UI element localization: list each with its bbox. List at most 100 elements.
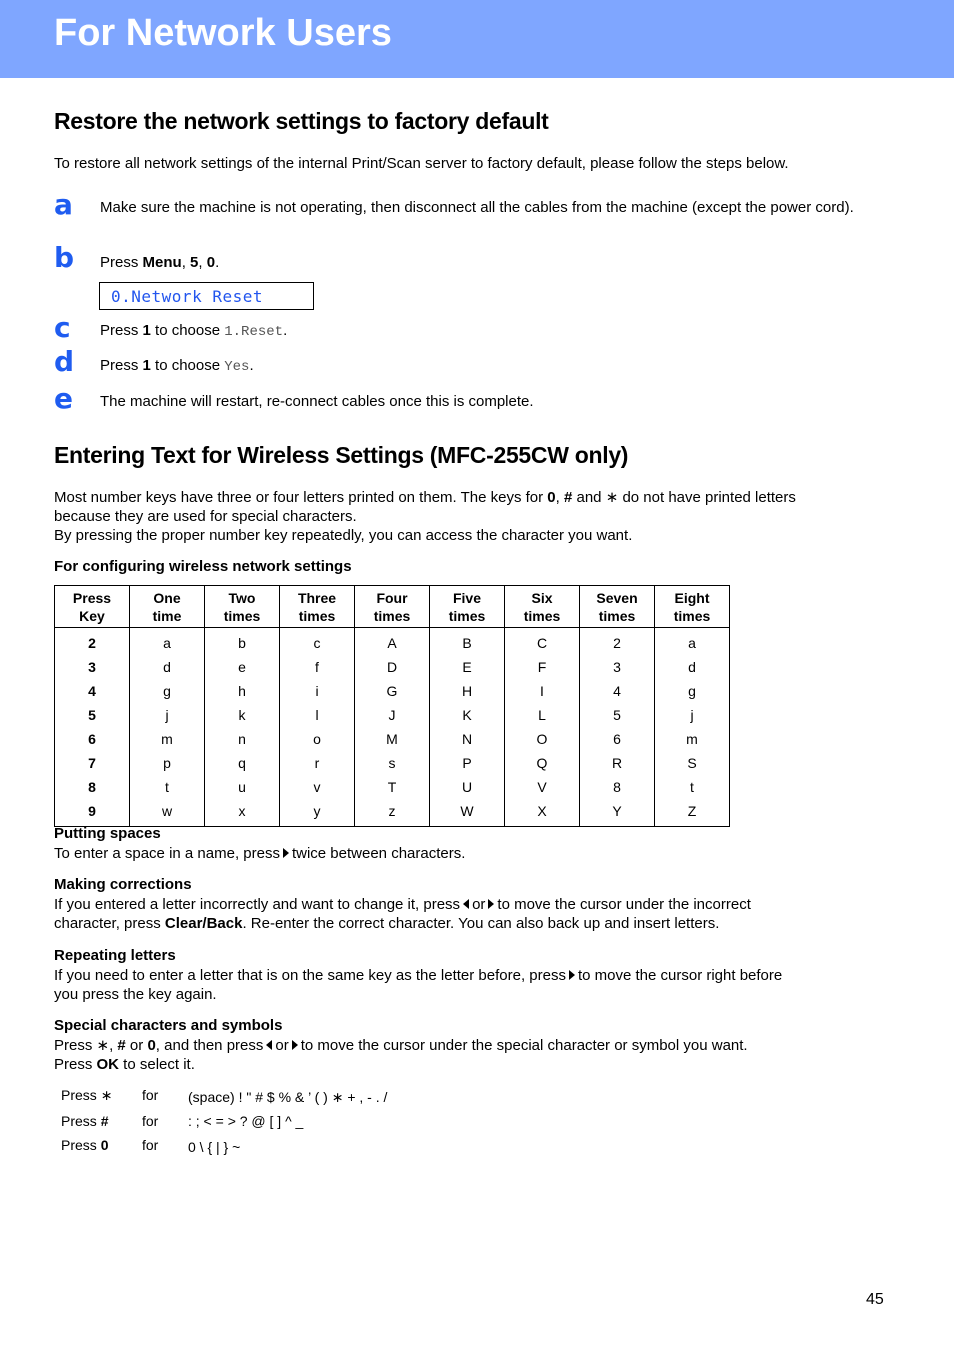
table-header-cell: Two times	[204, 585, 280, 628]
lcd-option-reset: 1.Reset	[224, 324, 284, 340]
symbol-press-zero: Press 0	[61, 1137, 108, 1153]
header-line: times	[298, 607, 336, 624]
header-banner: For Network Users	[0, 0, 954, 78]
char-cell: o	[279, 727, 355, 751]
char-cell: g	[163, 683, 171, 699]
char-cell: 3	[579, 655, 655, 679]
left-arrow-icon	[266, 1040, 273, 1050]
header-line: Six	[531, 589, 553, 606]
char-cell: 8	[579, 775, 655, 799]
char-cell: A	[354, 627, 430, 655]
symbol-chars-star: (space) ! " # $ % & ’ ( ) ∗ + , - . /	[188, 1089, 388, 1105]
char-cell: a	[163, 635, 171, 651]
char-cell: R	[579, 751, 655, 775]
header-line: Four	[376, 589, 408, 606]
char-cell: 5	[579, 703, 655, 727]
header-line: times	[523, 607, 561, 624]
table-header-cell: Six times	[504, 585, 580, 628]
text: to select it.	[119, 1056, 195, 1073]
text: .	[283, 322, 288, 339]
ok-key: OK	[96, 1056, 120, 1073]
step-b-text: Press Menu, 5, 0.	[100, 253, 860, 273]
char-cell: D	[354, 655, 430, 679]
char-cell: G	[354, 679, 430, 703]
char-cell: i	[279, 679, 355, 703]
key-0: 0	[147, 1037, 156, 1054]
text: If you entered a letter incorrectly and …	[54, 896, 461, 913]
putting-spaces-title: Putting spaces	[54, 825, 161, 842]
text: .	[249, 357, 254, 374]
symbol-chars-zero: 0 \ { | } ~	[188, 1139, 241, 1155]
char-cell: a	[654, 627, 730, 655]
text: , and then press	[155, 1037, 264, 1054]
table-row: 8tuvTUV8t	[54, 775, 730, 799]
star-key-icon: ∗	[100, 1087, 113, 1103]
step-letter-d: d	[54, 345, 75, 378]
text: Press	[61, 1113, 101, 1129]
char-cell: p	[163, 755, 171, 771]
key-0: 0	[547, 489, 556, 506]
header-line: times	[673, 607, 711, 624]
table-header-row: Press Key One time Two times Three times Four tim…	[54, 585, 730, 628]
text: or	[125, 1037, 148, 1054]
char-cell: U	[429, 775, 505, 799]
text: Press	[61, 1137, 101, 1153]
header-line: Key	[79, 607, 105, 624]
text: Press	[54, 1056, 97, 1073]
putting-spaces-text: To enter a space in a name, press twice b…	[54, 844, 465, 863]
char-cell: W	[429, 799, 505, 827]
key-0: 0	[206, 254, 216, 271]
special-characters-line1: Press ∗, # or 0, and then press or to move…	[54, 1036, 748, 1055]
step-e-text: The machine will restart, re-connect cab…	[100, 393, 534, 410]
step-c-text: Press 1 to choose 1.Reset.	[100, 321, 860, 342]
char-cell: C	[504, 627, 580, 655]
key-cell: 2	[54, 627, 130, 655]
char-cell: c	[279, 627, 355, 655]
making-corrections-line1: If you entered a letter incorrectly and …	[54, 895, 751, 914]
char-cell: y	[279, 799, 355, 827]
text: to move the cursor under the incorrect	[497, 896, 751, 913]
char-cell: P	[429, 751, 505, 775]
key-0: 0	[100, 1137, 109, 1153]
char-cell: m	[654, 727, 730, 751]
text: Press	[61, 1087, 101, 1103]
char-cell: u	[204, 775, 280, 799]
text: ,	[555, 489, 564, 506]
char-cell: m	[161, 731, 173, 747]
text: Press ∗,	[54, 1037, 118, 1054]
char-cell: B	[429, 627, 505, 655]
table-header-cell: Seven times	[579, 585, 655, 628]
char-cell: X	[504, 799, 580, 827]
text: to choose	[150, 322, 225, 339]
header-line: Two	[228, 589, 256, 606]
char-cell: n	[204, 727, 280, 751]
making-corrections-title: Making corrections	[54, 876, 192, 893]
key-1: 1	[142, 322, 151, 339]
char-cell: 6	[579, 727, 655, 751]
header-line: times	[448, 607, 486, 624]
table-header-cell: Five times	[429, 585, 505, 628]
table-header-cell: One time	[129, 585, 205, 628]
char-cell: 2	[579, 627, 655, 655]
restore-intro: To restore all network settings of the i…	[54, 155, 789, 172]
char-cell: f	[279, 655, 355, 679]
step-letter-a: a	[54, 188, 73, 221]
step-d-text: Press 1 to choose Yes.	[100, 356, 860, 377]
char-cell: H	[429, 679, 505, 703]
key-cell: 7	[54, 751, 130, 775]
symbol-for: for	[142, 1137, 159, 1153]
char-cell: S	[654, 751, 730, 775]
entering-intro-line2: because they are used for special charac…	[54, 508, 357, 525]
entering-intro-line3: By pressing the proper number key repeat…	[54, 527, 633, 544]
char-cell: Q	[504, 751, 580, 775]
table-row: 3defDEF3d	[54, 655, 730, 679]
char-cell: j	[165, 707, 169, 723]
text: Press	[100, 357, 143, 374]
symbol-for: for	[142, 1087, 159, 1103]
clear-back-key: Clear/Back	[164, 915, 243, 932]
table-row: 9 w xyzWXYZ	[54, 799, 730, 827]
right-arrow-icon	[282, 848, 289, 858]
char-cell: 4	[579, 679, 655, 703]
header-line: Press	[72, 589, 112, 606]
char-cell: Z	[654, 799, 730, 827]
